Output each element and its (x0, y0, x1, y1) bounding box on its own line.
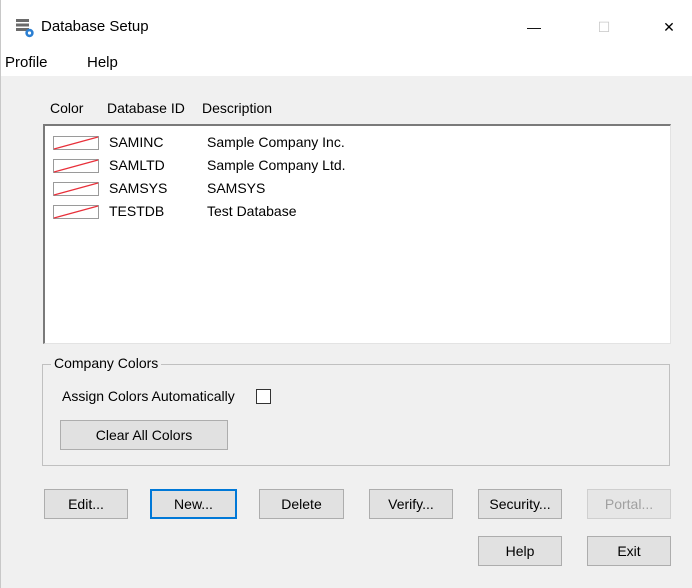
color-swatch-empty-icon (53, 159, 99, 173)
row-database-id: SAMLTD (109, 157, 165, 173)
row-database-id: SAMINC (109, 134, 164, 150)
column-header-description: Description (202, 100, 273, 116)
row-description: Sample Company Ltd. (207, 157, 346, 173)
database-setup-window: Database Setup — ☐ ✕ Profile Help Color … (0, 0, 692, 588)
row-description: Sample Company Inc. (207, 134, 345, 150)
edit-button[interactable]: Edit... (44, 489, 128, 519)
column-header-color: Color (50, 100, 84, 116)
list-row-testdb[interactable]: TESTDB Test Database (45, 203, 665, 223)
list-row-samsys[interactable]: SAMSYS SAMSYS (45, 180, 665, 200)
color-swatch-empty-icon (53, 182, 99, 196)
menu-help[interactable]: Help (87, 54, 118, 71)
menu-bar: Profile Help (1, 48, 692, 76)
company-colors-group (42, 364, 670, 466)
list-row-saminc[interactable]: SAMINC Sample Company Inc. (45, 134, 665, 154)
color-swatch-empty-icon (53, 205, 99, 219)
menu-profile[interactable]: Profile (5, 54, 48, 71)
minimize-button[interactable]: — (511, 10, 557, 44)
new-button[interactable]: New... (150, 489, 237, 519)
window-title: Database Setup (41, 18, 149, 35)
help-button[interactable]: Help (478, 536, 562, 566)
assign-colors-checkbox[interactable] (256, 389, 271, 404)
assign-colors-label: Assign Colors Automatically (62, 388, 235, 404)
exit-button[interactable]: Exit (587, 536, 671, 566)
row-description: SAMSYS (207, 180, 266, 196)
row-database-id: SAMSYS (109, 180, 168, 196)
title-bar: Database Setup — ☐ ✕ (1, 0, 692, 48)
database-settings-icon (16, 19, 34, 38)
color-swatch-empty-icon (53, 136, 99, 150)
portal-button: Portal... (587, 489, 671, 519)
clear-all-colors-button[interactable]: Clear All Colors (60, 420, 228, 450)
row-description: Test Database (207, 203, 297, 219)
maximize-button[interactable]: ☐ (581, 10, 627, 44)
database-list[interactable]: SAMINC Sample Company Inc. SAMLTD Sample… (43, 124, 671, 344)
close-button[interactable]: ✕ (646, 10, 692, 44)
verify-button[interactable]: Verify... (369, 489, 453, 519)
row-database-id: TESTDB (109, 203, 165, 219)
list-row-samltd[interactable]: SAMLTD Sample Company Ltd. (45, 157, 665, 177)
delete-button[interactable]: Delete (259, 489, 344, 519)
company-colors-title: Company Colors (51, 355, 162, 371)
column-header-database-id: Database ID (107, 100, 185, 116)
security-button[interactable]: Security... (478, 489, 562, 519)
